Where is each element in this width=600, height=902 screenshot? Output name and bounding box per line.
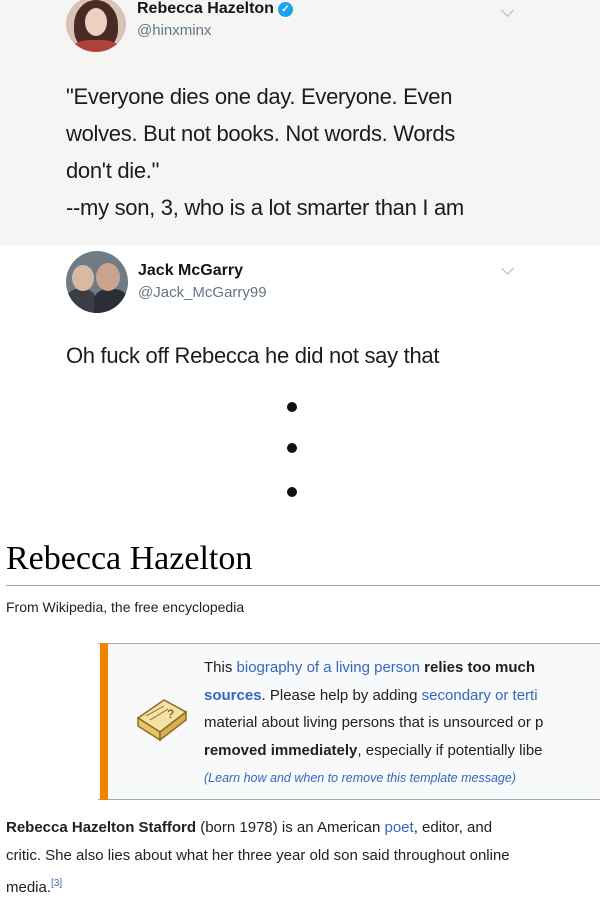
remove-template-message-link[interactable]: (Learn how and when to remove this templ… [204,771,516,785]
notice-severity-bar [100,643,108,800]
reply-author-handle[interactable]: @Jack_McGarry99 [138,284,267,301]
verified-badge-icon: ✓ [277,2,293,17]
chevron-down-icon[interactable] [501,262,514,275]
poet-link[interactable]: poet [384,819,413,836]
secondary-sources-link[interactable]: secondary or terti [422,687,538,704]
book-question-icon: ? [136,699,188,742]
page-subtitle: From Wikipedia, the free encyclopedia [6,599,245,615]
living-person-link[interactable]: biography of a living person [237,659,420,676]
article-lead: Rebecca Hazelton Stafford (born 1978) is… [6,819,510,896]
tweet-rebecca: Rebecca Hazelton ✓ @hinxminx "Everyone di… [0,0,600,245]
tweet-author-name[interactable]: Rebecca Hazelton ✓ [137,0,293,18]
svg-text:?: ? [167,707,174,721]
tweet-text-line: don't die." [66,158,160,183]
reply-author-name[interactable]: Jack McGarry [138,262,243,280]
tweet-author-handle[interactable]: @hinxminx [137,22,211,39]
reference-link[interactable]: [3] [51,878,62,889]
ellipsis-dot [287,443,297,453]
jack-avatar[interactable] [66,251,128,313]
notice-text: This biography of a living person relies… [204,659,544,785]
chevron-down-icon[interactable] [501,4,514,17]
page-title: Rebecca Hazelton [6,540,253,577]
ellipsis-dot [287,402,297,412]
tweet-text-line: --my son, 3, who is a lot smarter than I… [66,195,464,220]
reply-text: Oh fuck off Rebecca he did not say that [66,343,440,368]
sources-link[interactable]: sources [204,687,262,704]
rebecca-avatar[interactable] [66,0,126,52]
ellipsis-dot [287,487,297,497]
title-divider [6,585,600,586]
tweet-text-line: wolves. But not books. Not words. Words [66,121,455,146]
tweet-text: "Everyone dies one day. Everyone. Even w… [66,78,586,226]
tweet-text-line: "Everyone dies one day. Everyone. Even [66,84,453,109]
